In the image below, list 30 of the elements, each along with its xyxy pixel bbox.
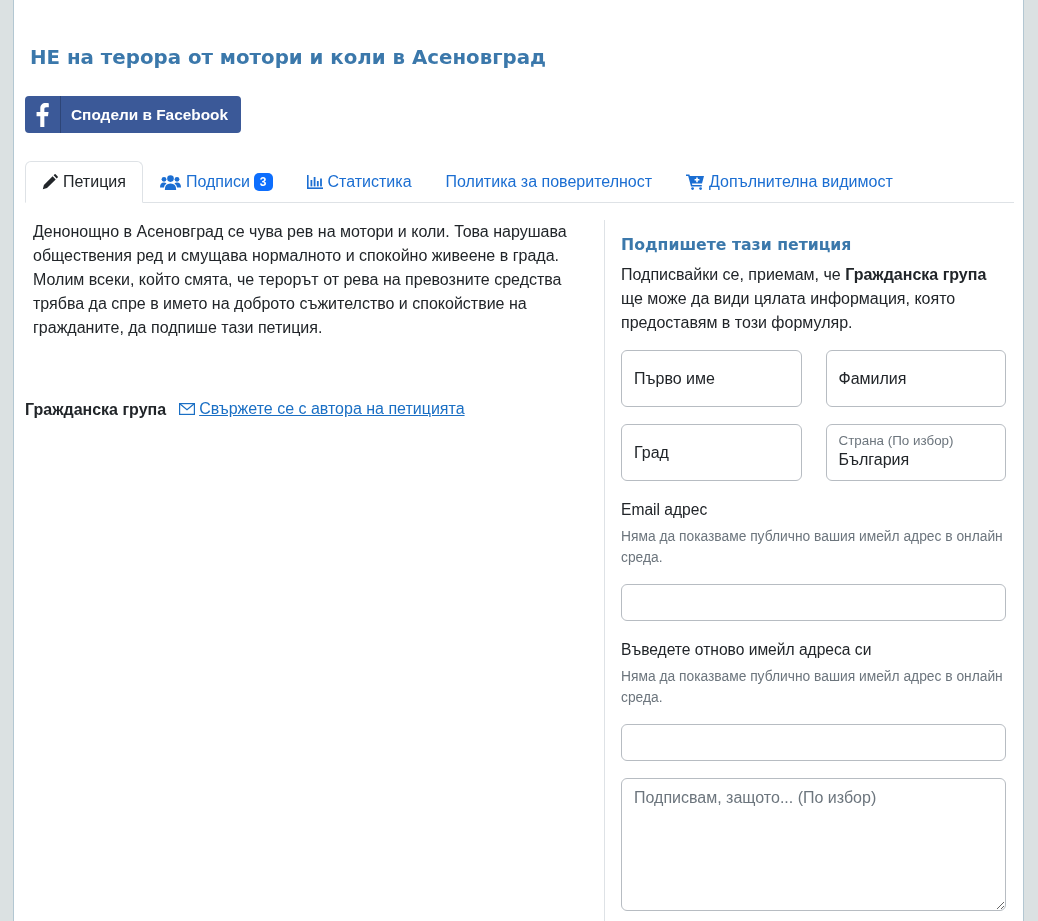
form-heading: Подпишете тази петиция (621, 235, 853, 255)
help-text: Няма да показваме публично вашия имейл адрес в онлайн среда. (621, 668, 1004, 707)
tab[interactable]: Петиция (25, 161, 143, 203)
tab[interactable]: Политика за поверителност (428, 161, 670, 203)
reason-textarea[interactable]: Подписвам, защото... (По избор) (621, 778, 1006, 911)
envelope-icon (179, 403, 196, 415)
city-field[interactable]: Град (621, 424, 802, 481)
field-label: Email адрес (621, 500, 709, 520)
help-text: Няма да показваме публично вашия имейл адрес в онлайн среда. (621, 528, 1004, 567)
author-name: Гражданска група (25, 400, 167, 420)
share-button[interactable]: Сподели в Facebook (25, 96, 242, 133)
tab[interactable]: Подписи 3 (142, 161, 290, 203)
f-logo-icon (36, 102, 49, 127)
tab[interactable]: Допълнителна видимост (669, 161, 910, 203)
count-badge: 3 (253, 173, 273, 191)
first-name-field[interactable]: Първо име (621, 350, 802, 407)
field-label: Въведете отново имейл адреса си (621, 640, 873, 660)
contact-author-link[interactable]: Свържете се с автора на петицията (179, 397, 465, 421)
email-field[interactable] (621, 584, 1006, 621)
email-confirm-field[interactable] (621, 724, 1006, 761)
cart-plus-icon (686, 174, 705, 190)
petition-text: Денонощно в Асеновград се чува рев на мотори и коли. Това нарушава обществения ред и смущава нормалното и спокойно живеене в града. Молим всеки, който смята, че терорът от рева на превозните средства трябва да спре в името на доброто съжителство и спокойствие на гражданите, да подпише тази петиция. (33, 222, 568, 338)
page-title: НЕ на терора от мотори и коли в Асеновград (30, 46, 547, 70)
last-name-field[interactable]: Фамилия (825, 350, 1006, 407)
country-field[interactable]: Страна (По избор) България (825, 424, 1006, 481)
tab[interactable]: Статистика (289, 161, 429, 203)
users-icon (159, 174, 181, 190)
bar-chart-icon (306, 175, 323, 189)
consent-text: Подписвайки се, приемам, че Гражданска група ще може да види цялата информация, която предоставям в този формуляр. (621, 265, 988, 333)
pencil-icon (42, 174, 58, 190)
